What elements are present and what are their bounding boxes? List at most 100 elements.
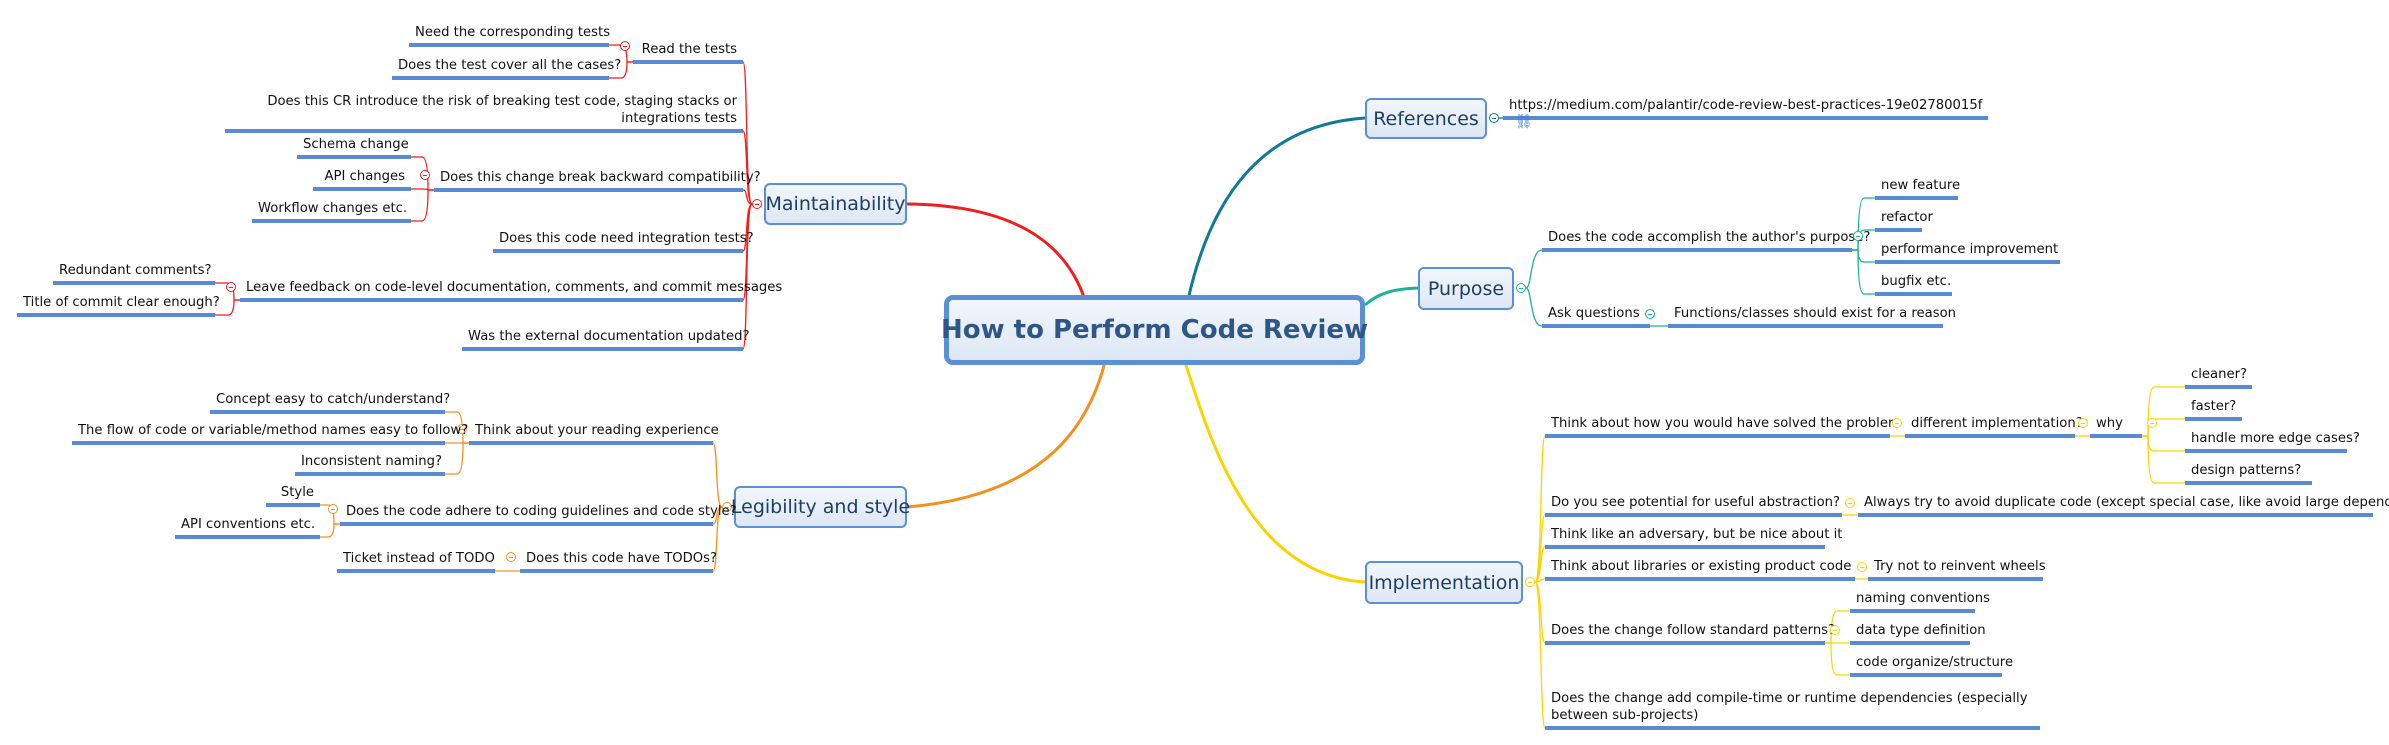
topic-node[interactable]: bugfix etc. [1875, 273, 1952, 296]
topic-purpose[interactable]: Purpose [1418, 267, 1514, 310]
connector [1852, 249, 1875, 295]
node-label: Think about your reading experience [475, 423, 719, 438]
collapse-toggle-icon[interactable] [620, 41, 630, 51]
topic-node[interactable]: handle more edge cases? [2185, 430, 2360, 453]
topic-node[interactable]: why [2090, 415, 2142, 438]
node-label: faster? [2191, 399, 2237, 414]
topic-label: Purpose [1427, 277, 1505, 300]
topic-node[interactable]: Does this code have TODOs? [520, 550, 717, 573]
node-label: Ticket instead of TODO [343, 551, 495, 566]
topic-node[interactable]: Think about libraries or existing produc… [1545, 558, 1855, 581]
node-label: Need the corresponding tests [415, 25, 611, 40]
node-label: different implementation? [1911, 416, 2083, 431]
node-label: Does the change follow standard patterns… [1551, 623, 1836, 638]
topic-node[interactable]: design patterns? [2185, 462, 2312, 485]
node-label: Concept easy to catch/understand? [216, 392, 451, 407]
topic-node[interactable]: Ask questions [1542, 305, 1650, 328]
topic-node[interactable]: Try not to reinvent wheels [1868, 558, 2046, 581]
topic-node[interactable]: Inconsistent naming? [295, 453, 445, 476]
topic-node[interactable]: The flow of code or variable/method name… [72, 422, 468, 445]
node-label: handle more edge cases? [2191, 431, 2360, 446]
node-label: Workflow changes etc. [258, 201, 408, 216]
topic-node[interactable]: Schema change [297, 136, 411, 159]
node-label: Does the code adhere to coding guideline… [346, 504, 737, 519]
topic-node[interactable]: Does the code adhere to coding guideline… [340, 503, 737, 526]
topic-node[interactable]: refactor [1875, 209, 1933, 232]
collapse-implementation-icon[interactable] [1525, 577, 1535, 587]
topic-node[interactable]: Leave feedback on code-level documentati… [240, 279, 782, 302]
topic-node[interactable]: Redundant comments? [53, 262, 215, 285]
topic-node[interactable]: Need the corresponding tests [409, 24, 611, 47]
collapse-toggle-icon[interactable] [2147, 418, 2157, 428]
node-label: Leave feedback on code-level documentati… [246, 280, 783, 295]
topic-node[interactable]: Does the change add compile-time or runt… [1545, 690, 2040, 730]
topic-node[interactable]: Does this code need integration tests? [493, 230, 754, 253]
topic-label: Legibility and style [730, 496, 911, 518]
topic-node[interactable]: Always try to avoid duplicate code (exce… [1858, 494, 2389, 517]
topic-node[interactable]: Ticket instead of TODO [337, 550, 495, 573]
topic-node[interactable]: different implementation? [1905, 415, 2083, 438]
topic-node[interactable]: Does the code accomplish the author's pu… [1542, 229, 1870, 252]
central-topic-title: How to Perform Code Review [940, 315, 1369, 345]
topic-node[interactable]: data type definition [1850, 622, 1986, 645]
topic-node[interactable]: Think about how you would have solved th… [1545, 415, 1901, 438]
topic-node[interactable]: faster? [2185, 398, 2242, 421]
connector [1525, 287, 1543, 327]
collapse-toggle-icon[interactable] [1830, 625, 1840, 635]
topic-node[interactable]: Think like an adversary, but be nice abo… [1545, 526, 1842, 549]
topic-implementation[interactable]: Implementation [1365, 561, 1523, 604]
collapse-toggle-icon[interactable] [1845, 498, 1855, 508]
node-label: Schema change [303, 137, 409, 152]
topic-node[interactable]: API changes [313, 168, 411, 191]
collapse-references-icon[interactable] [1489, 113, 1499, 123]
node-label: https://medium.com/palantir/code-review-… [1509, 98, 1983, 113]
collapse-purpose-icon[interactable] [1516, 283, 1526, 293]
topic-maintainability[interactable]: Maintainability [764, 183, 907, 225]
collapse-toggle-icon[interactable] [328, 504, 338, 514]
node-label: Redundant comments? [59, 263, 212, 278]
topic-node[interactable]: Read the tests [633, 41, 743, 64]
topic-node[interactable]: Was the external documentation updated? [462, 328, 750, 351]
topic-node[interactable]: Think about your reading experience [469, 422, 719, 445]
node-label: Inconsistent naming? [301, 454, 443, 469]
node-label: Think about how you would have solved th… [1551, 416, 1901, 431]
topic-node[interactable]: new feature [1875, 177, 1960, 200]
topic-node[interactable]: Workflow changes etc. [252, 200, 411, 223]
topic-node[interactable]: naming conventions [1850, 590, 1990, 613]
topic-node[interactable]: code organize/structure [1850, 654, 2013, 677]
collapse-toggle-icon[interactable] [1892, 418, 1902, 428]
link-icon[interactable]: ⛓ [1515, 114, 1533, 131]
topic-references[interactable]: References [1365, 98, 1487, 139]
collapse-toggle-icon[interactable] [226, 282, 236, 292]
topic-node[interactable]: Does the test cover all the cases? [392, 57, 621, 80]
topic-node[interactable]: Functions/classes should exist for a rea… [1668, 305, 1956, 328]
topic-node[interactable]: Does the change follow standard patterns… [1545, 622, 1835, 645]
connector [320, 523, 340, 538]
topic-node[interactable]: performance improvement [1875, 241, 2060, 264]
topic-legibility-and-style[interactable]: Legibility and style [730, 486, 911, 528]
topic-node[interactable]: Style [266, 484, 320, 507]
node-label: Do you see potential for useful abstract… [1551, 495, 1841, 510]
collapse-toggle-icon[interactable] [506, 552, 516, 562]
topic-node[interactable]: https://medium.com/palantir/code-review-… [1503, 97, 1988, 130]
collapse-toggle-icon[interactable] [2078, 418, 2088, 428]
topic-label: Implementation [1368, 571, 1520, 594]
topic-node[interactable]: Does this CR introduce the risk of break… [225, 93, 743, 133]
collapse-toggle-icon[interactable] [1853, 231, 1863, 241]
collapse-toggle-icon[interactable] [420, 170, 430, 180]
node-label: design patterns? [2191, 463, 2302, 478]
collapse-maintainability-icon[interactable] [752, 199, 762, 209]
central-topic[interactable]: How to Perform Code Review [940, 295, 1369, 365]
topic-node[interactable]: Concept easy to catch/understand? [210, 391, 450, 414]
collapse-toggle-icon[interactable] [1857, 562, 1867, 572]
topic-node[interactable]: Does this change break backward compatib… [434, 169, 761, 192]
node-label: Does this code have TODOs? [526, 551, 718, 566]
topic-node[interactable]: Title of commit clear enough? [17, 294, 220, 317]
collapse-toggle-icon[interactable] [1645, 309, 1655, 319]
node-label: Does the code accomplish the author's pu… [1548, 230, 1871, 245]
topic-node[interactable]: cleaner? [2185, 366, 2252, 389]
node-label: API conventions etc. [181, 517, 316, 532]
topic-node[interactable]: API conventions etc. [175, 516, 320, 539]
branch-legibility [906, 361, 1107, 509]
topic-node[interactable]: Do you see potential for useful abstract… [1545, 494, 1842, 517]
